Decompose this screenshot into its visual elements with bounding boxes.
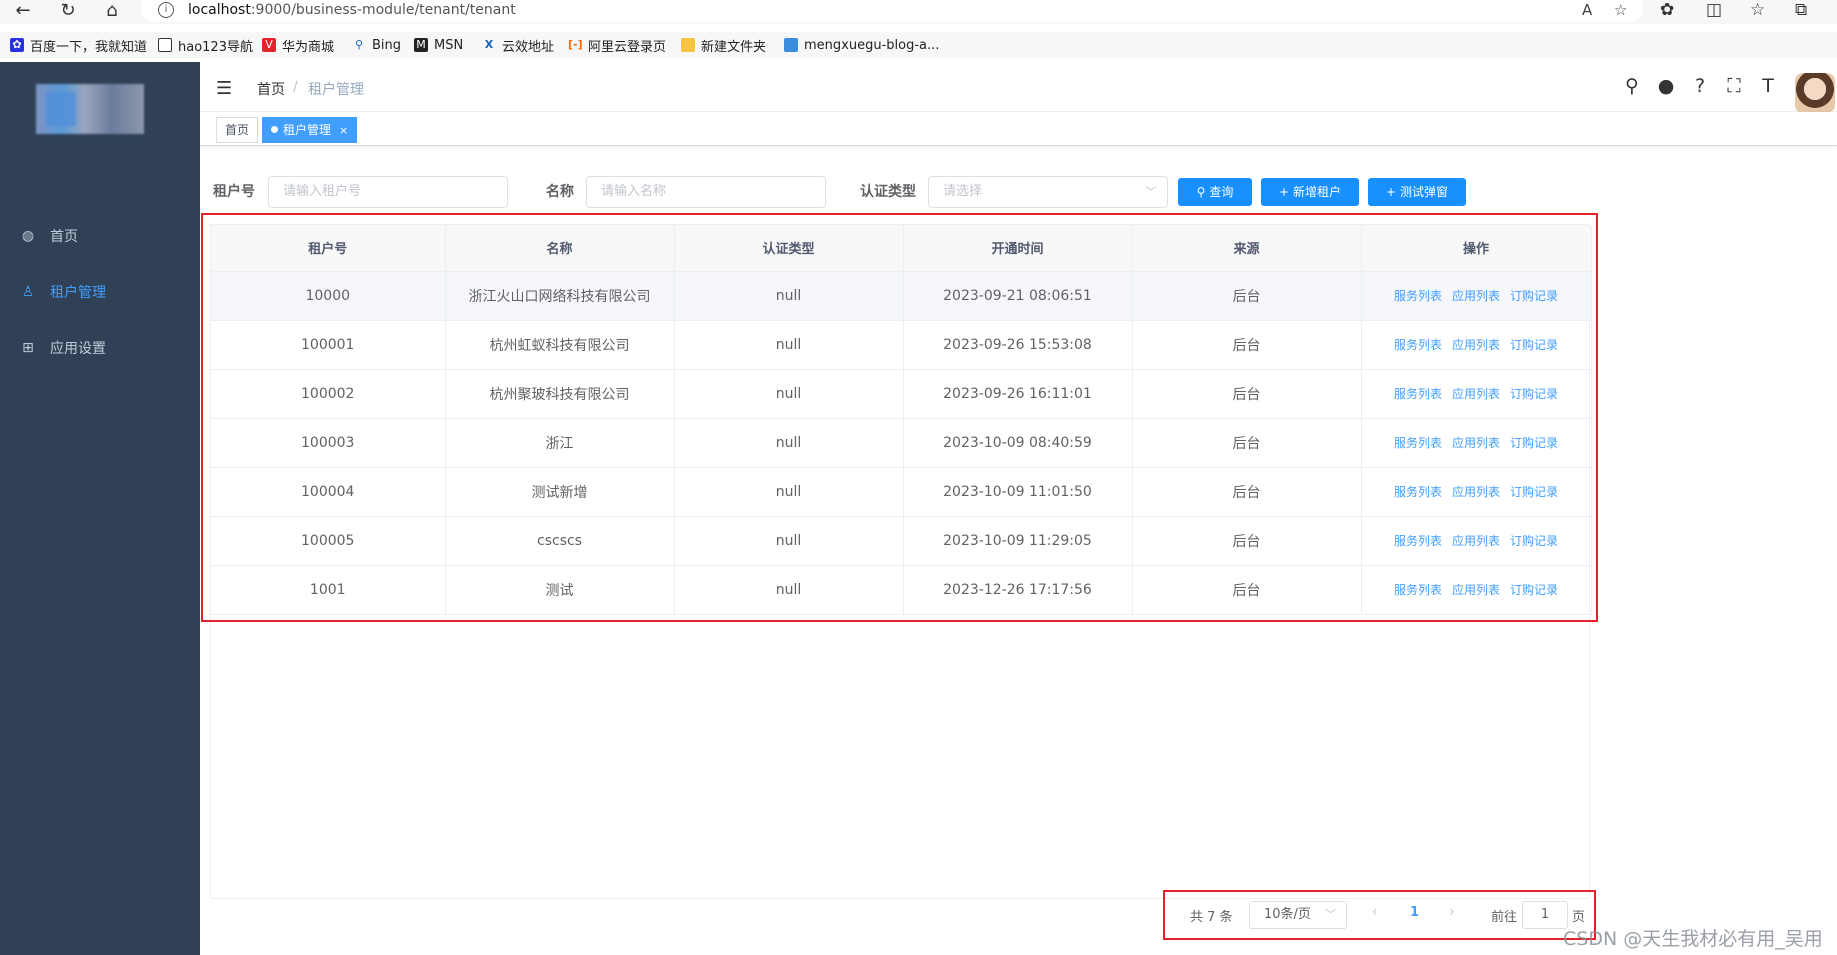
chevron-down-icon: ﹀ [1325,908,1336,921]
tag-label: 首页 [225,123,250,137]
page-unit-label: 页 [1572,910,1586,925]
logo [36,84,144,134]
x-icon: X [484,38,494,51]
grid-icon: ⊞ [22,340,34,356]
name-input[interactable]: 请输入名称 [586,176,826,208]
active-dot-icon [271,126,278,133]
bookmarks-bar: ✿ 百度一下，我就知道 hao123导航 V 华为商城 ⚲ Bing M MSN X 云效… [0,32,1837,58]
help-icon[interactable]: ? [1689,75,1711,97]
address-bar[interactable]: i localhost:9000/business-module/tenant/… [142,0,1642,22]
read-aloud-icon[interactable]: A [1582,1,1592,19]
sidebar-item-label: 租户管理 [50,285,106,301]
page-size-select[interactable]: 10条/页 ﹀ [1249,901,1347,929]
user-icon: ♙ [21,284,35,300]
auth-type-label: 认证类型 [860,184,916,200]
github-icon[interactable]: ● [1655,75,1677,97]
page-icon [158,38,172,52]
folder-icon [681,38,695,52]
aliyun-icon: [-] [568,38,583,51]
site-info-icon[interactable]: i [158,2,174,18]
blog-icon [784,38,798,52]
bookmark-baidu[interactable]: ✿ 百度一下，我就知道 [10,36,147,55]
fullscreen-icon[interactable]: ⛶ [1723,75,1745,97]
back-icon[interactable]: ← [8,0,38,24]
chevron-down-icon: ﹀ [1144,185,1157,199]
goto-label: 前往 [1491,910,1518,925]
bookmark-hao123[interactable]: hao123导航 [158,36,253,55]
button-label: 查询 [1209,185,1234,199]
sidebar-item-label: 应用设置 [50,341,106,357]
prev-page-icon[interactable]: ‹ [1372,904,1378,920]
search-icon[interactable]: ⚲ [1621,75,1643,97]
auth-type-select[interactable]: 请选择 ﹀ [928,176,1168,208]
dashboard-icon: ◍ [21,228,35,244]
watermark: CSDN @天生我材必有用_吴用 [1563,928,1823,950]
sidebar-item-app-settings[interactable]: ⊞ 应用设置 [0,320,200,376]
avatar[interactable] [1795,73,1835,113]
plus-icon: + [1385,185,1397,199]
tag-label: 租户管理 [283,123,332,137]
button-label: 测试弹窗 [1400,185,1449,199]
tag-tenant[interactable]: 租户管理 × [262,117,358,143]
breadcrumb-separator: / [293,79,298,95]
home-icon[interactable]: ⌂ [97,0,127,24]
bookmark-huawei[interactable]: V 华为商城 [262,36,334,55]
bookmark-blog[interactable]: mengxuegu-blog-a... [784,36,939,54]
tenant-label: 租户号 [213,184,255,200]
pagination-total: 共 7 条 [1190,910,1233,925]
breadcrumb-current: 租户管理 [308,82,364,98]
extensions-icon[interactable]: ✿ [1660,0,1674,20]
collections-icon[interactable]: ⧉ [1795,0,1807,20]
sidebar: ◍ 首页 ♙ 租户管理 ⊞ 应用设置 [0,62,200,955]
name-label: 名称 [546,184,574,200]
favorites-icon[interactable]: ☆ [1750,0,1765,20]
font-size-icon[interactable]: T [1757,75,1779,97]
sidebar-item-label: 首页 [50,229,78,245]
goto-page-input[interactable]: 1 [1522,901,1568,929]
query-button[interactable]: ⚲ 查询 [1178,178,1252,206]
select-placeholder: 请选择 [943,184,983,199]
hamburger-icon[interactable]: ☰ [216,78,232,99]
baidu-paw-icon: ✿ [10,38,24,52]
page-size-value: 10条/页 [1264,907,1311,922]
tag-home[interactable]: 首页 [216,117,259,143]
navbar: ☰ 首页 / 租户管理 ⚲ ● ? ⛶ T [200,62,1837,113]
button-label: 新增租户 [1293,185,1342,199]
plus-icon: + [1278,185,1290,199]
tags-view: 首页 租户管理 × [200,112,1837,146]
test-dialog-button[interactable]: + 测试弹窗 [1368,178,1466,206]
add-tenant-button[interactable]: + 新增租户 [1261,178,1359,206]
split-screen-icon[interactable]: ◫ [1706,0,1722,20]
search-icon: ⚲ [354,38,364,51]
browser-toolbar: ← ↻ ⌂ i localhost:9000/business-module/t… [0,0,1837,24]
bookmark-aliyun[interactable]: [-] 阿里云登录页 [568,36,666,55]
sidebar-item-tenant[interactable]: ♙ 租户管理 [0,264,200,320]
msn-icon: M [414,38,428,52]
close-icon[interactable]: × [339,124,348,137]
bookmark-bing[interactable]: ⚲ Bing [352,36,401,54]
breadcrumb-home[interactable]: 首页 [257,79,285,99]
bookmark-folder[interactable]: 新建文件夹 [681,36,766,55]
favorite-star-icon[interactable]: ☆ [1614,1,1627,19]
table-highlight-box [201,213,1598,622]
bookmark-msn[interactable]: M MSN [414,36,463,54]
url-text: localhost:9000/business-module/tenant/te… [188,2,516,18]
bookmark-yunxiao[interactable]: X 云效地址 [482,36,554,55]
sidebar-item-home[interactable]: ◍ 首页 [0,208,200,264]
huawei-icon: V [262,38,276,52]
search-icon: ⚲ [1196,185,1206,199]
next-page-icon[interactable]: › [1449,904,1455,920]
refresh-icon[interactable]: ↻ [53,0,83,24]
current-page[interactable]: 1 [1410,905,1419,920]
tenant-input[interactable]: 请输入租户号 [268,176,508,208]
